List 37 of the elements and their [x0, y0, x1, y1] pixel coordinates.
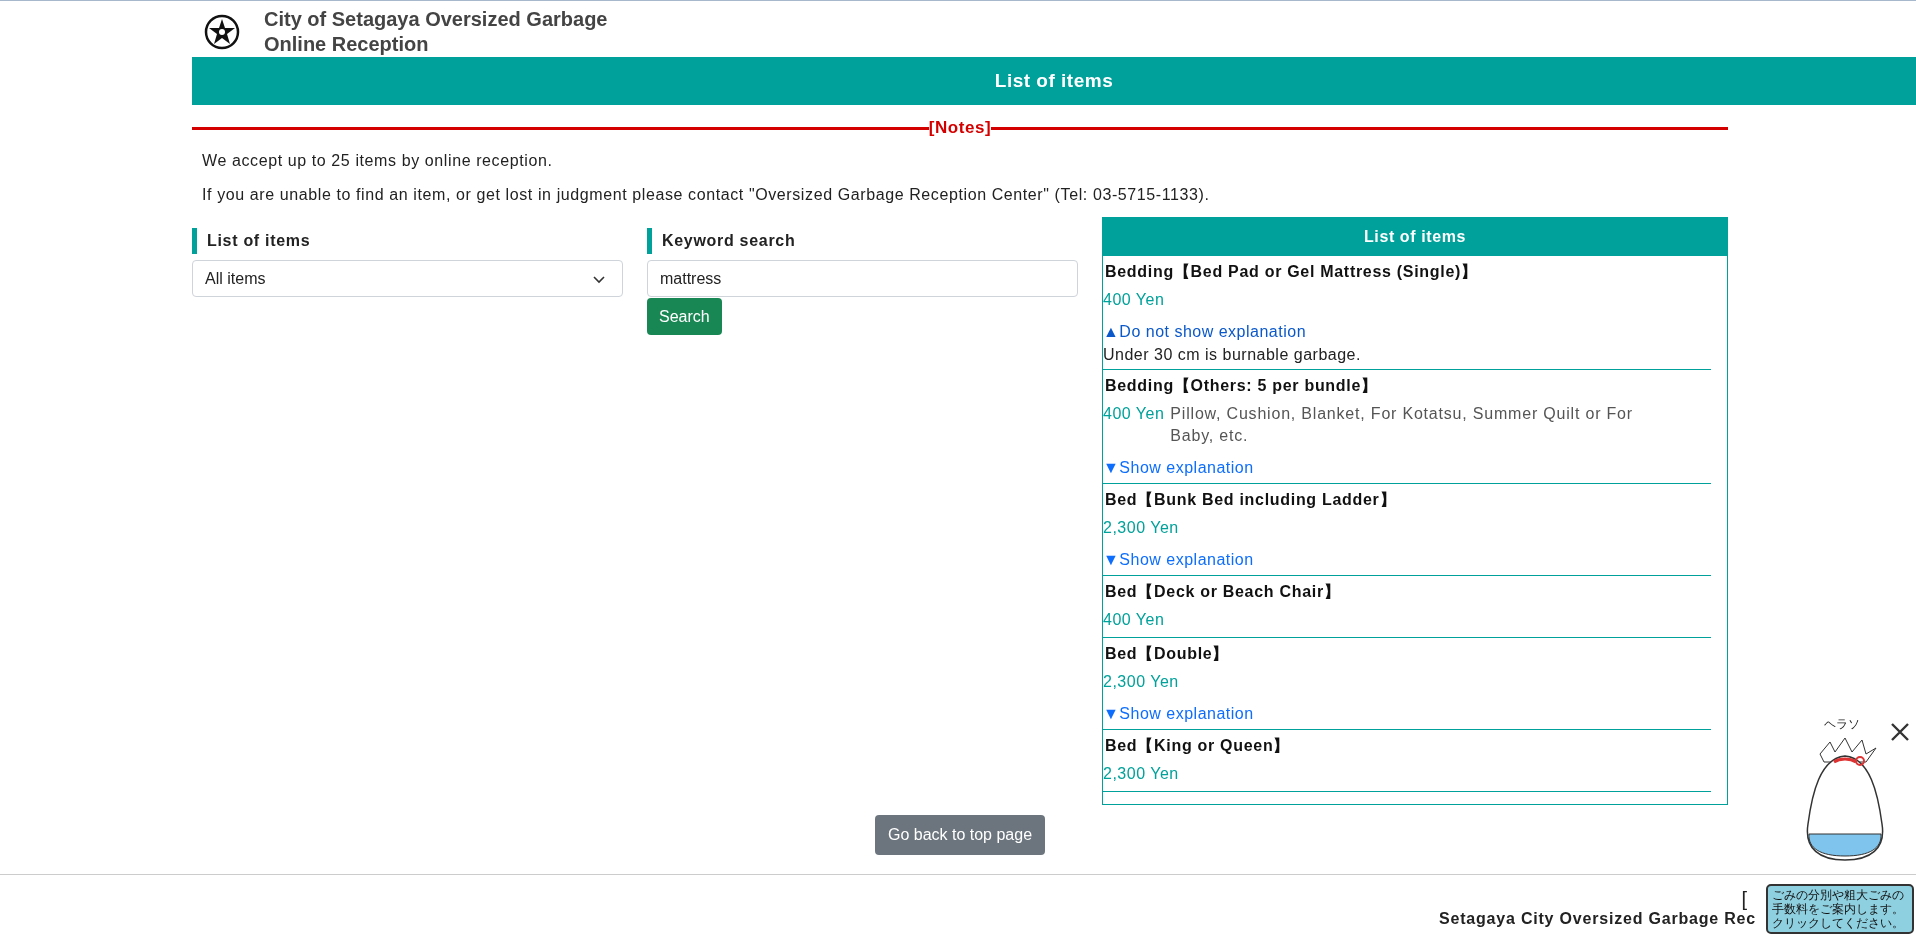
- item-description: Pillow, Cushion, Blanket, For Kotatsu, Summer Quilt or For Baby, etc.: [1170, 404, 1634, 446]
- item-name: Bed【Double】: [1104, 644, 1231, 664]
- back-to-top-button[interactable]: Go back to top page: [874, 815, 1046, 855]
- close-icon[interactable]: [1890, 722, 1910, 742]
- explanation-toggle[interactable]: ▼Show explanation: [1103, 457, 1711, 479]
- note-text: If you are unable to find an item, or get lost in judgment please contact "Oversized Garbage Reception Center" (Tel: 03-5715-1133).: [202, 185, 1211, 205]
- item-name: Bed【Bunk Bed including Ladder】: [1104, 490, 1398, 510]
- notes-heading: [Notes]: [928, 118, 992, 138]
- item-name: Bed【Deck or Beach Chair】: [1104, 582, 1342, 602]
- item-price: 2,300 Yen: [1103, 764, 1179, 784]
- category-select[interactable]: All items: [192, 260, 623, 297]
- section-heading: List of items: [192, 228, 623, 254]
- select-value: All items: [205, 269, 266, 288]
- speech-bubble[interactable]: ごみの分別や粗大ごみの手数料をご案内します。クリックしてください。: [1766, 884, 1914, 934]
- item-price: 400 Yen: [1103, 404, 1165, 424]
- item-name: Bed【King or Queen】: [1104, 736, 1292, 756]
- item-name: Bedding【Bed Pad or Gel Mattress (Single)】: [1104, 262, 1479, 282]
- mascot-label: ヘラソ: [1824, 716, 1860, 733]
- results-heading: List of items: [1103, 218, 1727, 256]
- item-price: 2,300 Yen: [1103, 672, 1179, 692]
- keyword-field[interactable]: mattress: [647, 260, 1078, 297]
- item-explanation: Under 30 cm is burnable garbage.: [1103, 345, 1362, 365]
- explanation-toggle[interactable]: ▼Show explanation: [1103, 703, 1711, 725]
- page-title-bar: List of items: [192, 57, 1916, 105]
- item-name: Bedding【Others: 5 per bundle】: [1104, 376, 1379, 396]
- site-title: City of Setagaya Oversized Garbage Online Reception: [264, 7, 609, 57]
- note-text: We accept up to 25 items by online reception.: [202, 151, 554, 171]
- item-price: 400 Yen: [1103, 610, 1165, 630]
- search-button[interactable]: Search: [647, 298, 722, 335]
- explanation-toggle[interactable]: ▼Show explanation: [1103, 549, 1711, 571]
- explanation-toggle[interactable]: ▲Do not show explanation: [1103, 321, 1711, 343]
- footer-title: Setagaya City Oversized Garbage Rec: [1438, 910, 1756, 928]
- section-heading: Keyword search: [647, 228, 1078, 254]
- item-price: 2,300 Yen: [1103, 518, 1179, 538]
- emblem-icon: [204, 14, 240, 50]
- item-price: 400 Yen: [1103, 290, 1165, 310]
- footer-text: [: [1741, 889, 1747, 909]
